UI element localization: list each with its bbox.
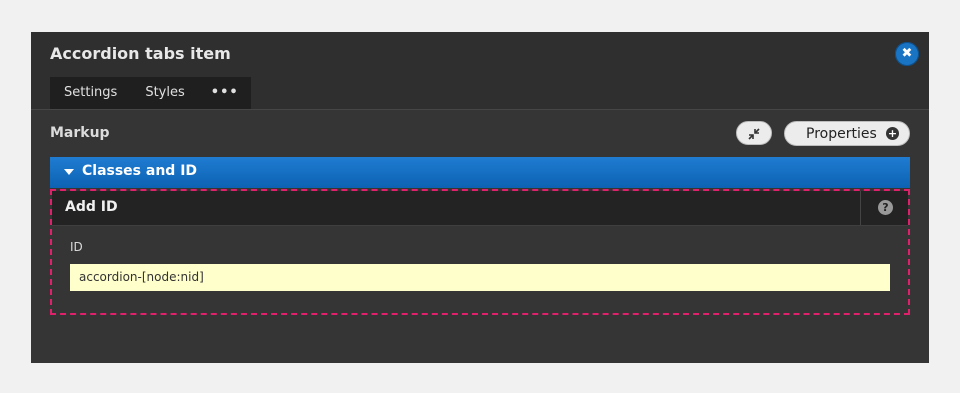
dialog-title: Accordion tabs item <box>50 44 231 63</box>
id-field-label: ID <box>70 240 83 254</box>
plus-circle-icon: + <box>886 127 899 140</box>
properties-button[interactable]: Properties + <box>784 121 910 146</box>
tab-bar: Settings Styles ••• <box>50 77 251 109</box>
panel-title: Add ID <box>65 199 118 215</box>
markup-label: Markup <box>50 125 110 141</box>
panel-header: Add ID ? <box>52 191 908 226</box>
tab-settings[interactable]: Settings <box>50 77 131 109</box>
dialog-header: Accordion tabs item ✖ Settings Styles ••… <box>31 32 929 110</box>
close-button[interactable]: ✖ <box>895 42 919 66</box>
tab-styles[interactable]: Styles <box>131 77 198 109</box>
properties-label: Properties <box>806 126 877 142</box>
section-label: Classes and ID <box>82 163 198 179</box>
classes-and-id-section-toggle[interactable]: Classes and ID <box>50 157 910 188</box>
compress-arrows-icon <box>748 127 760 140</box>
divider <box>860 191 861 225</box>
collapse-all-button[interactable] <box>736 121 772 145</box>
id-field[interactable] <box>70 264 890 291</box>
add-id-panel: Add ID ? ID <box>50 189 910 315</box>
more-tabs-button[interactable]: ••• <box>199 77 251 109</box>
dialog: Accordion tabs item ✖ Settings Styles ••… <box>31 32 929 363</box>
caret-down-icon <box>64 169 74 175</box>
close-icon: ✖ <box>901 46 913 61</box>
question-circle-icon[interactable]: ? <box>878 200 893 215</box>
